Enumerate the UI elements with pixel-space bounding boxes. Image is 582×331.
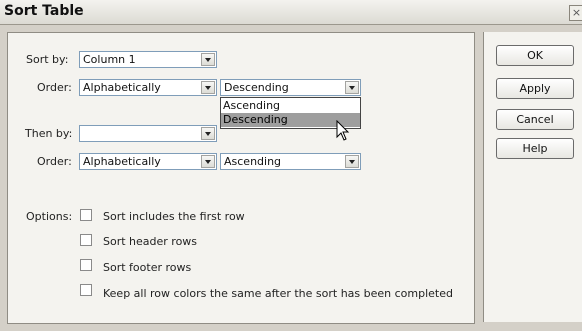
chevron-down-icon[interactable] <box>345 81 359 94</box>
sort-by-value: Column 1 <box>83 53 136 66</box>
close-icon[interactable]: × <box>569 5 582 21</box>
apply-button[interactable]: Apply <box>496 78 574 99</box>
checkbox-sort-first-row[interactable] <box>80 209 92 221</box>
cancel-button[interactable]: Cancel <box>496 109 574 130</box>
button-column: OK Apply Cancel Help <box>483 32 582 322</box>
order-direction-select[interactable]: Ascending <box>220 153 361 170</box>
order-label: Order: <box>37 81 72 94</box>
order-direction-value: Ascending <box>224 155 282 168</box>
dropdown-option-ascending[interactable]: Ascending <box>221 99 360 113</box>
chevron-down-icon[interactable] <box>201 81 215 94</box>
checkbox-label: Sort includes the first row <box>103 210 245 223</box>
order-type-select[interactable]: Alphabetically <box>79 153 217 170</box>
checkbox-sort-footer-rows[interactable] <box>80 259 92 271</box>
help-button[interactable]: Help <box>496 138 574 159</box>
order-type-value: Alphabetically <box>83 81 161 94</box>
chevron-down-icon[interactable] <box>201 127 215 140</box>
sort-by-label: Sort by: <box>26 53 69 66</box>
mouse-cursor-icon <box>336 120 350 141</box>
order-direction-select[interactable]: Descending <box>220 79 361 96</box>
chevron-down-icon[interactable] <box>201 155 215 168</box>
checkbox-label: Sort header rows <box>103 235 198 248</box>
sort-by-select[interactable]: Column 1 <box>79 51 217 68</box>
order-type-select[interactable]: Alphabetically <box>79 79 217 96</box>
title-bar: Sort Table × <box>0 0 582 25</box>
checkbox-label: Sort footer rows <box>103 261 192 274</box>
then-by-label: Then by: <box>25 127 73 140</box>
checkbox-keep-row-colors[interactable] <box>80 284 92 296</box>
chevron-down-icon[interactable] <box>201 53 215 66</box>
checkbox-sort-header-rows[interactable] <box>80 234 92 246</box>
order-type-value: Alphabetically <box>83 155 161 168</box>
then-by-select[interactable] <box>79 125 217 142</box>
checkbox-label: Keep all row colors the same after the s… <box>103 287 453 300</box>
chevron-down-icon[interactable] <box>345 155 359 168</box>
order-label: Order: <box>37 155 72 168</box>
window-title: Sort Table <box>4 3 84 19</box>
order-direction-value: Descending <box>224 81 289 94</box>
sort-settings-panel <box>7 32 475 324</box>
options-label: Options: <box>26 210 73 223</box>
ok-button[interactable]: OK <box>496 45 574 66</box>
